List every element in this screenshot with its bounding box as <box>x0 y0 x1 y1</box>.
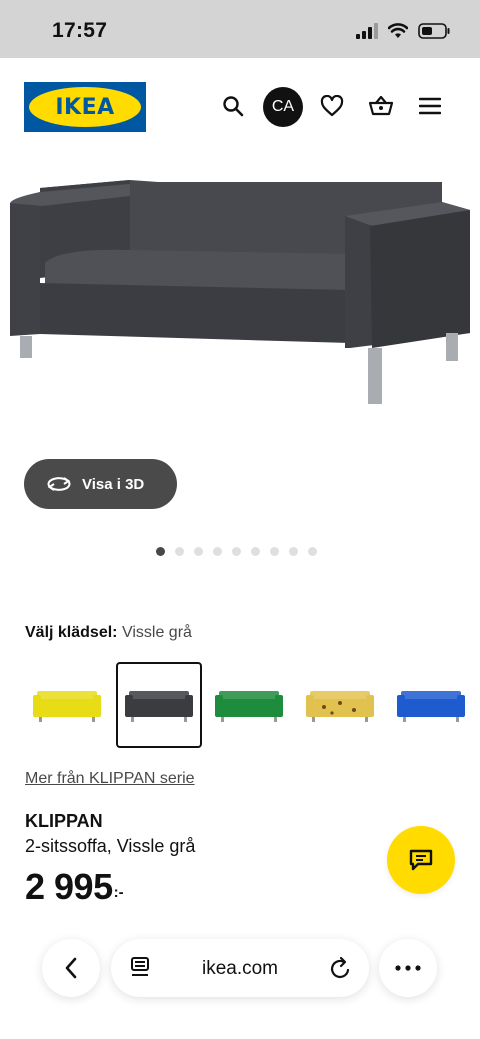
menu-icon[interactable] <box>412 88 448 124</box>
status-bar: 17:57 <box>0 0 480 58</box>
carousel-dot[interactable] <box>156 547 165 556</box>
product-description: 2-sitssoffa, Vissle grå <box>25 836 196 856</box>
product-price: 2 995 :- <box>25 866 124 908</box>
mini-sofa-icon <box>125 691 193 722</box>
carousel-dot[interactable] <box>289 547 298 556</box>
fabric-value: Vissle grå <box>121 624 192 641</box>
fabric-swatch[interactable] <box>116 662 202 748</box>
fabric-label: Välj klädsel: <box>25 624 118 641</box>
mini-sofa-icon <box>397 691 465 722</box>
rotate-3d-icon <box>47 477 71 491</box>
mini-sofa-icon <box>306 691 374 722</box>
price-value: 2 995 <box>25 866 113 907</box>
chevron-left-icon <box>65 957 77 979</box>
avatar[interactable]: CA <box>263 87 303 127</box>
mini-sofa-icon <box>33 691 101 722</box>
wifi-icon <box>388 23 408 38</box>
fabric-swatch[interactable] <box>388 662 474 748</box>
reload-icon[interactable] <box>329 955 353 981</box>
ikea-logo[interactable]: IKEA <box>24 82 146 132</box>
carousel-dot[interactable] <box>232 547 241 556</box>
battery-icon <box>418 23 450 39</box>
logo-text: IKEA <box>55 94 115 120</box>
carousel-dot[interactable] <box>175 547 184 556</box>
series-link[interactable]: Mer från KLIPPAN serie <box>25 770 195 788</box>
signal-icon <box>356 23 378 39</box>
carousel-dot[interactable] <box>270 547 279 556</box>
more-button[interactable] <box>379 939 437 997</box>
view-3d-label: Visa i 3D <box>82 475 145 493</box>
carousel-dot[interactable] <box>194 547 203 556</box>
site-header: IKEA CA <box>0 58 480 158</box>
carousel-dot[interactable] <box>213 547 222 556</box>
carousel-dot[interactable] <box>251 547 260 556</box>
chat-icon <box>409 849 433 871</box>
view-3d-button[interactable]: Visa i 3D <box>24 459 177 509</box>
browser-toolbar: ikea.com <box>0 925 480 1039</box>
carousel-dots[interactable] <box>156 547 317 556</box>
more-icon <box>395 965 421 971</box>
address-bar[interactable]: ikea.com <box>111 939 369 997</box>
fabric-swatch[interactable] <box>206 662 292 748</box>
sofa-illustration <box>10 180 470 404</box>
fabric-swatch[interactable] <box>24 662 110 748</box>
fabric-selector-label: Välj klädsel: Vissle grå <box>25 624 192 642</box>
logo-oval: IKEA <box>29 87 141 127</box>
product-name: KLIPPAN <box>25 811 103 831</box>
mini-sofa-icon <box>215 691 283 722</box>
search-icon[interactable] <box>215 88 251 124</box>
carousel-dot[interactable] <box>308 547 317 556</box>
avatar-initials: CA <box>271 98 295 115</box>
heart-icon[interactable] <box>314 88 350 124</box>
status-icons <box>356 20 450 42</box>
back-button[interactable] <box>42 939 100 997</box>
product-image[interactable] <box>0 158 480 448</box>
price-currency: :- <box>113 884 124 901</box>
fabric-swatch[interactable] <box>297 662 383 748</box>
basket-icon[interactable] <box>363 88 399 124</box>
chat-button[interactable] <box>387 826 455 894</box>
status-time: 17:57 <box>52 19 108 42</box>
